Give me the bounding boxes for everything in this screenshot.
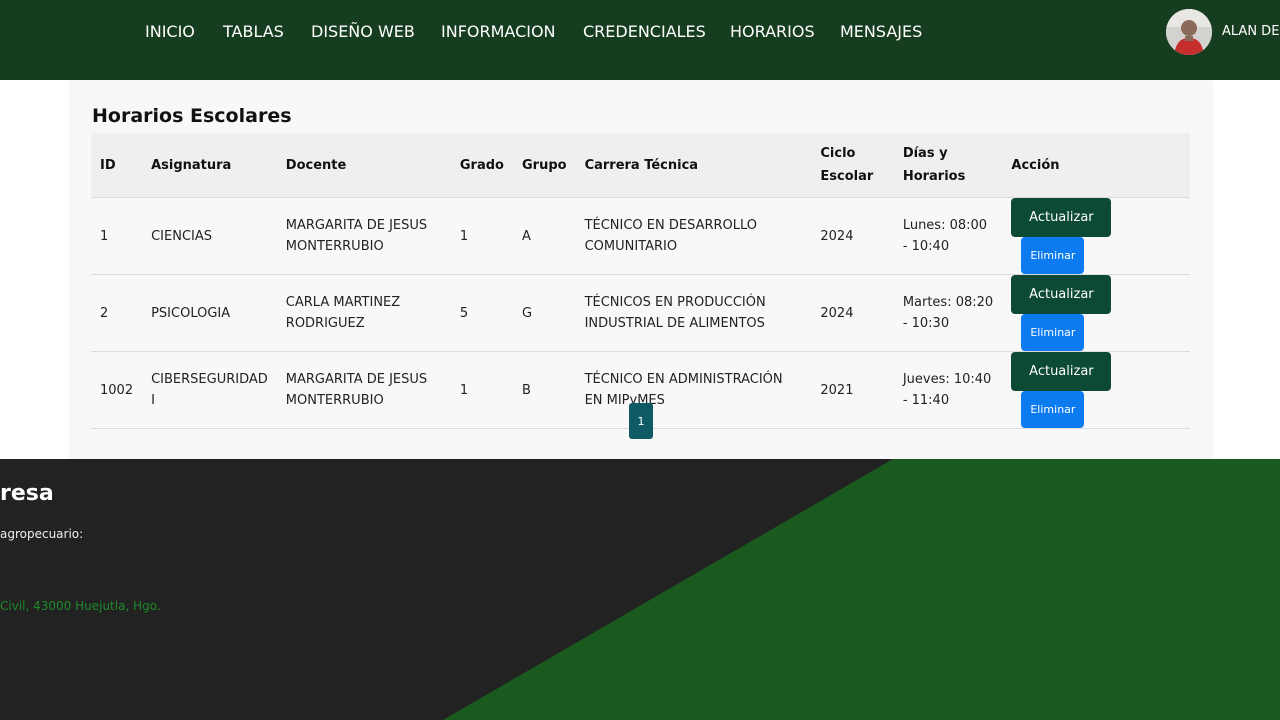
footer-address: Civil, 43000 Huejutla, Hgo.	[0, 599, 161, 613]
update-button[interactable]: Actualizar	[1011, 275, 1112, 314]
footer-text: agropecuario:	[0, 527, 84, 541]
nav-link-informacion[interactable]: INFORMACION	[441, 22, 556, 41]
cell-dias: Martes: 08:20 - 10:30	[893, 274, 1003, 352]
col-header-grupo: Grupo	[512, 133, 576, 198]
user-avatar-icon	[1166, 9, 1212, 55]
schedule-card: Horarios Escolares ID Asignatura Docente…	[71, 81, 1211, 458]
cell-carrera: TÉCNICO EN DESARROLLO COMUNITARIO	[575, 197, 812, 275]
col-header-id: ID	[91, 133, 143, 198]
cell-id: 2	[91, 274, 143, 352]
col-header-docente: Docente	[276, 133, 451, 198]
footer: resa agropecuario: Civil, 43000 Huejutla…	[0, 459, 1280, 720]
col-header-dias: Días y Horarios	[893, 133, 1003, 198]
cell-asignatura: CIENCIAS	[142, 197, 277, 275]
cell-dias: Lunes: 08:00 - 10:40	[893, 197, 1003, 275]
cell-docente: MARGARITA DE JESUS MONTERRUBIO	[276, 197, 451, 275]
col-header-accion: Acción	[1002, 133, 1190, 198]
cell-grupo: B	[512, 351, 576, 429]
cell-grado: 1	[450, 351, 513, 429]
nav-link-inicio[interactable]: INICIO	[145, 22, 195, 41]
cell-accion: ActualizarEliminar	[1002, 197, 1190, 275]
nav-link-diseno-web[interactable]: DISEÑO WEB	[311, 22, 415, 41]
avatar[interactable]	[1166, 9, 1212, 55]
cell-docente: CARLA MARTINEZ RODRIGUEZ	[276, 274, 451, 352]
cell-accion: ActualizarEliminar	[1002, 274, 1190, 352]
cell-carrera: TÉCNICO EN ADMINISTRACIÓN EN MIPyMES	[575, 351, 812, 429]
user-name[interactable]: ALAN DE	[1222, 24, 1279, 39]
cell-ciclo: 2021	[811, 351, 894, 429]
cell-dias: Jueves: 10:40 - 11:40	[893, 351, 1003, 429]
cell-carrera: TÉCNICOS EN PRODUCCIÓN INDUSTRIAL DE ALI…	[575, 274, 812, 352]
cell-id: 1	[91, 197, 143, 275]
table-header-row: ID Asignatura Docente Grado Grupo Carrer…	[91, 133, 1190, 198]
col-header-carrera: Carrera Técnica	[575, 133, 812, 198]
cell-grado: 5	[450, 274, 513, 352]
cell-ciclo: 2024	[811, 274, 894, 352]
nav-link-mensajes[interactable]: MENSAJES	[840, 22, 922, 41]
nav-link-credenciales[interactable]: CREDENCIALES	[583, 22, 706, 41]
nav-link-horarios[interactable]: HORARIOS	[730, 22, 815, 41]
page-title: Horarios Escolares	[92, 105, 292, 127]
footer-diagonal-background	[0, 459, 893, 720]
cell-grado: 1	[450, 197, 513, 275]
top-navbar: INICIO TABLAS DISEÑO WEB INFORMACION CRE…	[0, 0, 1280, 80]
cell-docente: MARGARITA DE JESUS MONTERRUBIO	[276, 351, 451, 429]
nav-link-tablas[interactable]: TABLAS	[223, 22, 284, 41]
col-header-asignatura: Asignatura	[142, 133, 277, 198]
cell-grupo: G	[512, 274, 576, 352]
schedule-table: ID Asignatura Docente Grado Grupo Carrer…	[91, 133, 1190, 429]
footer-title: resa	[0, 481, 54, 506]
col-header-grado: Grado	[450, 133, 513, 198]
cell-asignatura: CIBERSEGURIDAD I	[142, 351, 277, 429]
cell-asignatura: PSICOLOGIA	[142, 274, 277, 352]
col-header-ciclo: Ciclo Escolar	[811, 133, 894, 198]
delete-button[interactable]: Eliminar	[1021, 237, 1085, 274]
table-row: 1 CIENCIAS MARGARITA DE JESUS MONTERRUBI…	[91, 197, 1190, 275]
cell-grupo: A	[512, 197, 576, 275]
cell-ciclo: 2024	[811, 197, 894, 275]
update-button[interactable]: Actualizar	[1011, 198, 1112, 237]
table-row: 2 PSICOLOGIA CARLA MARTINEZ RODRIGUEZ 5 …	[91, 274, 1190, 352]
pagination-page-1[interactable]: 1	[629, 403, 653, 439]
cell-id: 1002	[91, 351, 143, 429]
cell-accion: ActualizarEliminar	[1002, 351, 1190, 429]
update-button[interactable]: Actualizar	[1011, 352, 1112, 391]
delete-button[interactable]: Eliminar	[1021, 391, 1085, 428]
delete-button[interactable]: Eliminar	[1021, 314, 1085, 351]
